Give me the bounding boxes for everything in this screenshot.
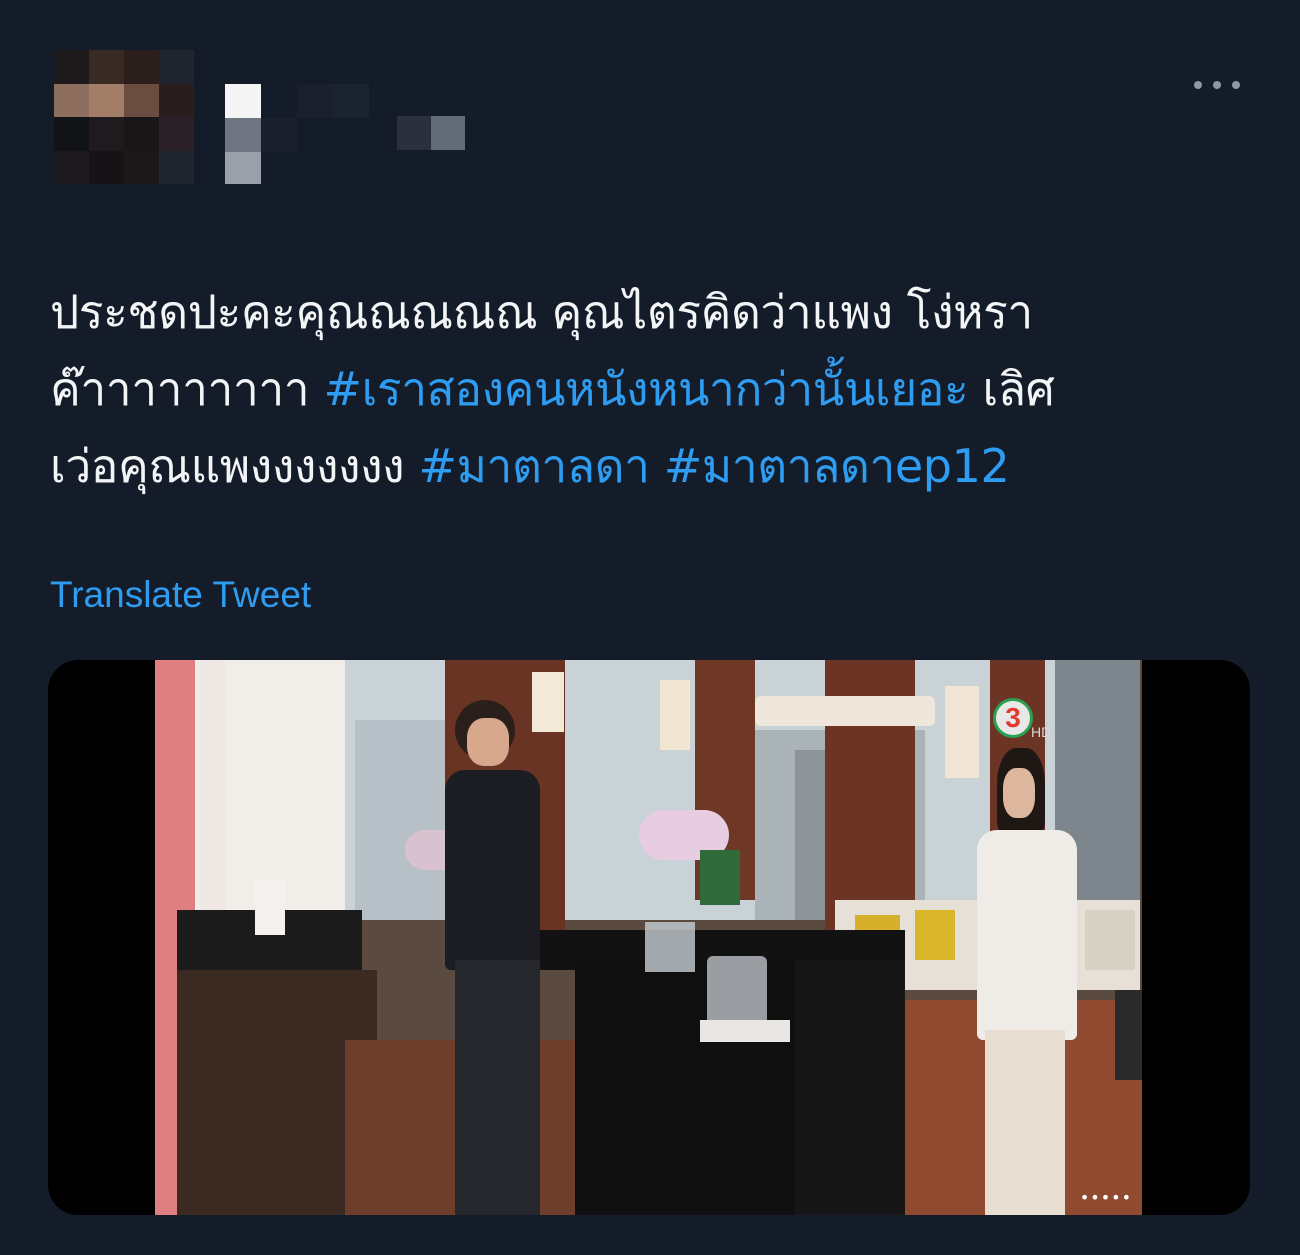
avatar-pixel (124, 83, 159, 117)
avatar-pixel (124, 50, 159, 84)
avatar-pixel (89, 83, 124, 117)
avatar-pixel (89, 117, 124, 151)
hashtag-link[interactable]: #มาตาลดา (418, 439, 649, 493)
account-name[interactable] (225, 84, 485, 184)
tweet-text: ประชดปะคะคุณณณณณ คุณไตรคิดว่าแพง โง่หราค… (50, 274, 1260, 505)
hashtag-link[interactable]: #มาตาลดาep12 (664, 439, 1010, 493)
avatar-pixel (159, 117, 194, 151)
tweet-text-segment: เว่อคุณแพงงงงงงง (50, 439, 419, 493)
more-horizontal-icon (1232, 81, 1240, 89)
more-horizontal-icon (1213, 81, 1221, 89)
avatar[interactable] (54, 50, 194, 184)
avatar-pixel (124, 150, 159, 184)
avatar-pixel (54, 117, 89, 151)
tweet-text-segment: เลิศ (968, 362, 1055, 416)
tweet-text-segment: ค๊าาาาาาาาา (50, 362, 324, 416)
media-dots-indicator: ••••• (1079, 1188, 1132, 1207)
tweet-text-line: ค๊าาาาาาาาา #เราสองคนหนังหนากว่านั้นเยอะ… (50, 351, 1260, 428)
avatar-pixel (159, 50, 194, 84)
avatar-pixel (54, 83, 89, 117)
avatar-pixel (89, 150, 124, 184)
hashtag-link[interactable]: #เราสองคนหนังหนากว่านั้นเยอะ (323, 362, 968, 416)
tweet-text-segment (650, 439, 664, 493)
avatar-pixel (159, 150, 194, 184)
translate-tweet-link[interactable]: Translate Tweet (50, 574, 311, 616)
avatar-pixel (89, 50, 124, 84)
channel-3-logo: 3 (993, 698, 1033, 738)
more-options-button[interactable] (1194, 72, 1240, 98)
avatar-pixel (54, 150, 89, 184)
avatar-pixel (54, 50, 89, 84)
tweet-text-segment: ประชดปะคะคุณณณณณ คุณไตรคิดว่าแพง โง่หรา (50, 285, 1033, 339)
avatar-pixel (124, 117, 159, 151)
more-horizontal-icon (1194, 81, 1202, 89)
tweet-media[interactable]: 3 HD ••••• (48, 660, 1250, 1215)
tweet-text-line: เว่อคุณแพงงงงงงง #มาตาลดา #มาตาลดาep12 (50, 428, 1260, 505)
avatar-pixel (159, 83, 194, 117)
tweet-text-line: ประชดปะคะคุณณณณณ คุณไตรคิดว่าแพง โง่หรา (50, 274, 1260, 351)
hd-badge: HD (1031, 724, 1052, 740)
video-frame: 3 HD (155, 660, 1142, 1215)
